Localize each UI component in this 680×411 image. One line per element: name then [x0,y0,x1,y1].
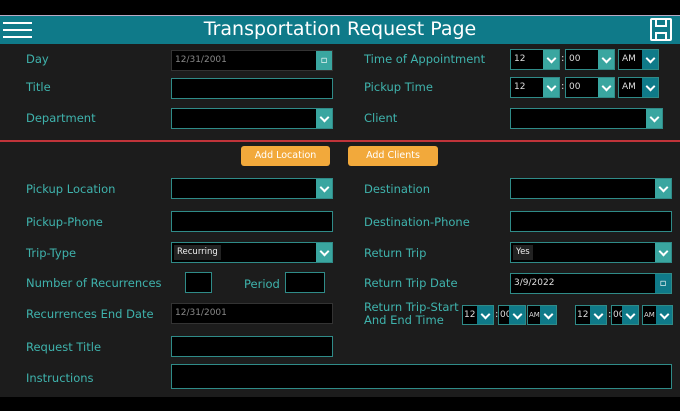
add-clients-button[interactable]: Add Clients [348,146,438,166]
return-trip-value: Yes [513,245,533,260]
trip-type-dropdown[interactable]: Recurring [171,242,333,263]
chevron-down-icon [316,243,332,262]
minute-value: 00 [569,54,581,64]
chevron-down-icon [509,306,525,324]
return-trip-label: Return Trip [364,246,427,260]
minute-value: 00 [569,82,581,92]
destination-phone-input[interactable] [510,211,672,232]
ampm-value: AM [529,311,540,319]
chevron-down-icon [543,78,559,97]
hour-value: 12 [464,310,476,320]
chevron-down-icon [543,50,559,69]
instructions-label: Instructions [26,371,94,385]
hour-value: 12 [514,82,526,92]
chevron-down-icon [656,306,672,324]
chevron-down-icon [642,78,658,97]
pickup-ampm-dropdown[interactable]: AM [618,77,659,98]
recurrences-input[interactable] [185,272,212,293]
chevron-down-icon [622,306,638,324]
colon: : [561,81,565,92]
destination-phone-label: Destination-Phone [364,215,470,229]
chevron-down-icon [316,179,332,198]
return-end-minute-dropdown[interactable]: 00 [611,305,639,325]
chevron-down-icon [646,109,662,128]
return-trip-date-label: Return Trip Date [364,276,458,290]
return-start-ampm-dropdown[interactable]: AM [527,305,557,325]
department-label: Department [26,111,96,125]
recurrences-end-date-value: 12/31/2001 [175,308,227,318]
request-title-label: Request Title [26,340,102,354]
client-dropdown[interactable] [510,108,663,129]
appointment-minute-dropdown[interactable]: 00 [565,49,615,70]
pickup-location-dropdown[interactable] [171,178,333,199]
trip-type-label: Trip-Type [26,246,77,260]
hour-value: 12 [514,54,526,64]
appointment-ampm-dropdown[interactable]: AM [618,49,659,70]
recurrences-end-date-label: Recurrences End Date [26,307,154,321]
period-label: Period [244,277,280,291]
destination-dropdown[interactable] [510,178,672,199]
recurrences-label: Number of Recurrences [26,276,162,290]
colon: : [561,53,565,64]
pickup-phone-label: Pickup-Phone [26,215,103,229]
day-value: 12/31/2001 [175,55,227,65]
return-trip-date-picker[interactable]: 3/9/2022 ▫ [510,273,672,294]
period-input[interactable] [285,272,325,293]
pickup-phone-input[interactable] [171,211,333,232]
return-time-label: Return Trip-Start And End Time [364,301,459,327]
chevron-down-icon [642,50,658,69]
day-date-picker[interactable]: 12/31/2001 ▫ [171,50,333,71]
title-input[interactable] [171,78,333,99]
pickup-location-label: Pickup Location [26,182,116,196]
chevron-down-icon [477,306,493,324]
return-time-label-line2: And End Time [364,313,444,327]
return-date-value: 3/9/2022 [514,278,555,288]
recurrences-end-date-input[interactable]: 12/31/2001 [171,303,333,324]
calendar-icon[interactable]: ▫ [316,51,332,70]
floppy-disk-icon[interactable] [650,18,672,41]
page-title: Transportation Request Page [203,18,477,40]
department-dropdown[interactable] [171,108,333,129]
ampm-value: AM [644,311,655,319]
chevron-down-icon [655,179,671,198]
pickup-minute-dropdown[interactable]: 00 [565,77,615,98]
trip-type-value: Recurring [174,245,221,260]
divider [0,140,680,142]
ampm-value: AM [622,82,636,92]
day-label: Day [26,52,49,66]
header-bar: Transportation Request Page [0,15,680,44]
request-title-input[interactable] [171,336,333,357]
appointment-hour-dropdown[interactable]: 12 [510,49,560,70]
chevron-down-icon [598,78,614,97]
chevron-down-icon [598,50,614,69]
ampm-value: AM [622,54,636,64]
return-trip-dropdown[interactable]: Yes [510,242,672,263]
return-start-minute-dropdown[interactable]: 00 [498,305,526,325]
return-end-hour-dropdown[interactable]: 12 [575,305,607,325]
appointment-time-label: Time of Appointment [364,52,486,66]
destination-label: Destination [364,182,430,196]
chevron-down-icon [540,306,556,324]
add-location-button[interactable]: Add Location [241,146,330,166]
pickup-time-label: Pickup Time [364,80,433,94]
instructions-input[interactable] [171,364,672,389]
chevron-down-icon [316,109,332,128]
calendar-icon[interactable]: ▫ [655,274,671,293]
return-end-ampm-dropdown[interactable]: AM [642,305,673,325]
chevron-down-icon [655,243,671,262]
return-start-hour-dropdown[interactable]: 12 [462,305,494,325]
hour-value: 12 [577,310,589,320]
chevron-down-icon [590,306,606,324]
client-label: Client [364,111,398,125]
pickup-hour-dropdown[interactable]: 12 [510,77,560,98]
title-label: Title [26,80,51,94]
